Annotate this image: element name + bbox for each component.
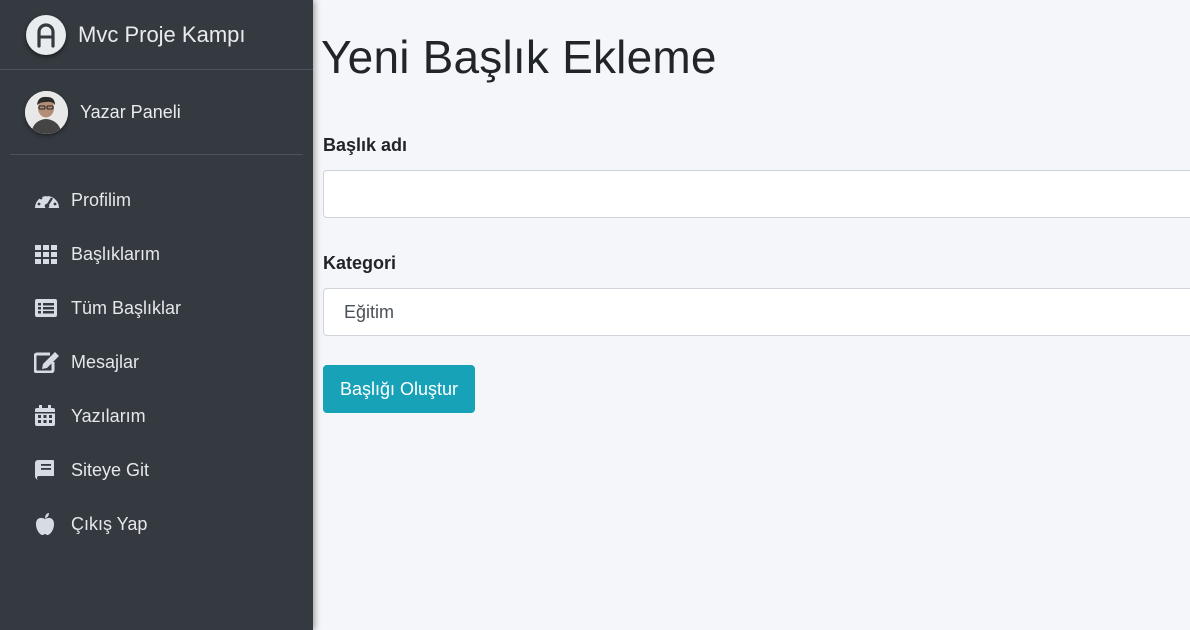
sidebar: Mvc Proje Kampı Yazar Paneli Profilim Ba… (0, 0, 313, 630)
page-title: Yeni Başlık Ekleme (321, 31, 717, 83)
user-panel[interactable]: Yazar Paneli (10, 70, 303, 155)
category-select[interactable]: Eğitim (323, 288, 1190, 336)
category-label: Kategori (323, 253, 397, 273)
calendar-icon (34, 404, 60, 428)
main-content: Yeni Başlık Ekleme Başlık adı Kategori E… (321, 0, 1190, 630)
create-heading-button[interactable]: Başlığı Oluştur (323, 365, 476, 413)
sidebar-item-label: Tüm Başlıklar (71, 297, 182, 318)
user-name: Yazar Paneli (80, 101, 181, 122)
sidebar-item-label: Mesajlar (71, 351, 140, 372)
sidebar-item-basliklarim[interactable]: Başlıklarım (0, 227, 313, 281)
sidebar-item-label: Profilim (71, 189, 132, 210)
sidebar-item-profilim[interactable]: Profilim (0, 173, 313, 227)
sidebar-item-mesajlar[interactable]: Mesajlar (0, 335, 313, 389)
user-avatar (25, 90, 68, 134)
brand-name: Mvc Proje Kampı (78, 21, 246, 47)
brand-link[interactable]: Mvc Proje Kampı (0, 0, 313, 70)
tachometer-icon (34, 188, 60, 212)
th-grid-icon (34, 242, 60, 266)
sidebar-item-label: Başlıklarım (71, 243, 161, 264)
book-icon (34, 458, 60, 482)
sidebar-item-label: Siteye Git (71, 459, 150, 480)
list-alt-icon (34, 296, 60, 320)
apple-icon (34, 512, 60, 536)
heading-name-label: Başlık adı (323, 135, 408, 155)
sidebar-item-yazilarim[interactable]: Yazılarım (0, 389, 313, 443)
brand-logo-icon (26, 14, 66, 55)
sidebar-item-label: Çıkış Yap (71, 513, 148, 534)
edit-icon (34, 350, 60, 374)
heading-name-input[interactable] (323, 170, 1190, 218)
sidebar-item-label: Yazılarım (71, 405, 146, 426)
sidebar-nav: Profilim Başlıklarım Tüm Başlıklar Mesaj… (0, 173, 313, 551)
sidebar-item-tum-basliklar[interactable]: Tüm Başlıklar (0, 281, 313, 335)
sidebar-item-siteye-git[interactable]: Siteye Git (0, 443, 313, 497)
sidebar-item-cikis-yap[interactable]: Çıkış Yap (0, 497, 313, 551)
category-selected-value: Eğitim (344, 301, 395, 322)
